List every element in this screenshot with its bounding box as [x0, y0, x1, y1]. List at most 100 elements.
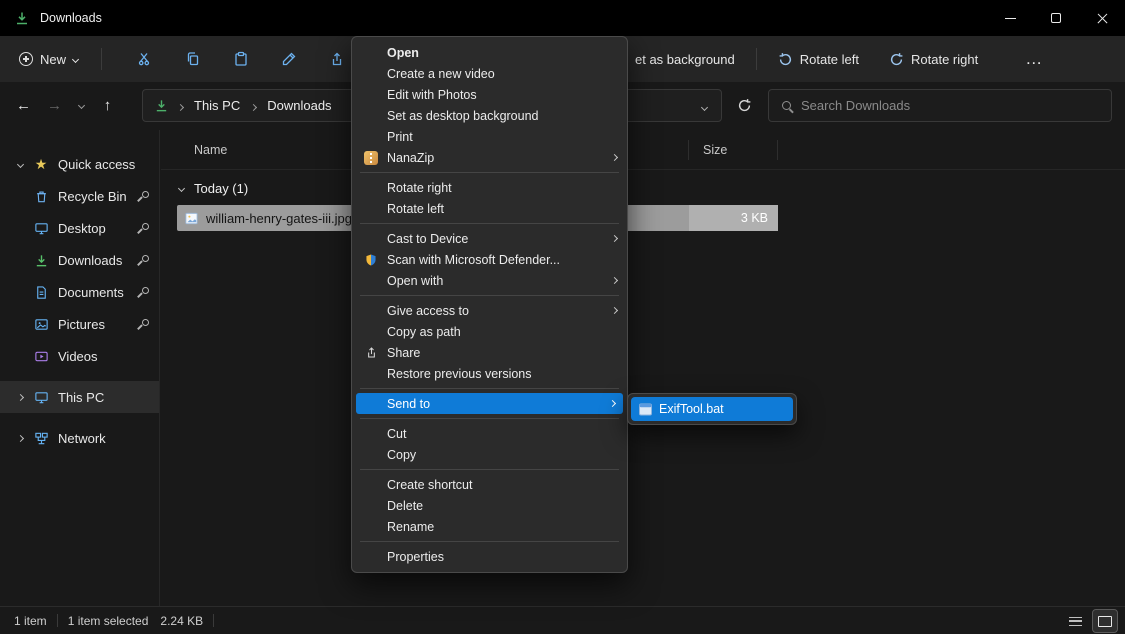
- menu-separator: [360, 418, 619, 419]
- sidebar-item-downloads[interactable]: Downloads: [0, 244, 159, 276]
- menu-item-rename[interactable]: Rename: [352, 516, 627, 537]
- column-divider[interactable]: [777, 140, 778, 160]
- menu-item-delete[interactable]: Delete: [352, 495, 627, 516]
- pin-icon: [139, 191, 149, 201]
- search-box: [768, 89, 1112, 122]
- column-header-name[interactable]: Name: [161, 143, 227, 157]
- sidebar-item-network[interactable]: Network: [0, 422, 159, 454]
- rotate-left-button[interactable]: Rotate left: [769, 42, 868, 76]
- minimize-button[interactable]: [987, 0, 1033, 36]
- rotate-left-label: Rotate left: [800, 52, 859, 67]
- rotate-right-button[interactable]: Rotate right: [880, 42, 987, 76]
- rename-button[interactable]: [268, 42, 310, 76]
- sidebar-item-pictures[interactable]: Pictures: [0, 308, 159, 340]
- submenu-arrow-icon: [612, 236, 617, 241]
- nav-buttons: ← → ↑: [8, 89, 123, 122]
- plus-circle-icon: [19, 52, 33, 66]
- menu-item-print[interactable]: Print: [352, 126, 627, 147]
- menu-item-restore-previous-versions[interactable]: Restore previous versions: [352, 363, 627, 384]
- chevron-down-icon[interactable]: [10, 162, 30, 167]
- chevron-right-icon[interactable]: [10, 395, 30, 400]
- maximize-button[interactable]: [1033, 0, 1079, 36]
- sidebar-item-documents[interactable]: Documents: [0, 276, 159, 308]
- menu-item-rotate-left[interactable]: Rotate left: [352, 198, 627, 219]
- menu-separator: [360, 172, 619, 173]
- documents-icon: [30, 285, 52, 300]
- group-header-today[interactable]: Today (1): [161, 175, 1125, 201]
- menu-item-open-with[interactable]: Open with: [352, 270, 627, 291]
- back-button[interactable]: ←: [8, 90, 39, 121]
- up-button[interactable]: ↑: [92, 90, 123, 121]
- menu-item-create-a-new-video[interactable]: Create a new video: [352, 63, 627, 84]
- paste-button[interactable]: [220, 42, 262, 76]
- address-dropdown-button[interactable]: [702, 98, 707, 113]
- menu-item-edit-with-photos[interactable]: Edit with Photos: [352, 84, 627, 105]
- column-divider[interactable]: [688, 140, 689, 160]
- set-as-background-button[interactable]: et as background: [626, 42, 744, 76]
- sidebar-item-recycle-bin[interactable]: Recycle Bin: [0, 180, 159, 212]
- menu-item-cast-to-device[interactable]: Cast to Device: [352, 228, 627, 249]
- search-icon: [782, 101, 791, 110]
- recent-locations-button[interactable]: [70, 90, 92, 121]
- maximize-icon: [1051, 13, 1061, 23]
- menu-item-nanazip[interactable]: NanaZip: [352, 147, 627, 168]
- rotate-right-icon: [889, 52, 904, 67]
- menu-item-set-as-desktop-background[interactable]: Set as desktop background: [352, 105, 627, 126]
- items-count: 1 item: [14, 614, 47, 628]
- large-icons-view-button[interactable]: [1093, 610, 1117, 632]
- sidebar-item-quick-access[interactable]: ★ Quick access: [0, 148, 159, 180]
- details-view-button[interactable]: [1063, 610, 1087, 632]
- status-divider: [213, 614, 214, 627]
- menu-separator: [360, 223, 619, 224]
- menu-item-copy[interactable]: Copy: [352, 444, 627, 465]
- menu-item-copy-as-path[interactable]: Copy as path: [352, 321, 627, 342]
- menu-item-rotate-right[interactable]: Rotate right: [352, 177, 627, 198]
- defender-shield-icon: [362, 253, 380, 267]
- details-view-icon: [1069, 617, 1082, 626]
- menu-item-properties[interactable]: Properties: [352, 546, 627, 567]
- submenu-item-exiftool-bat[interactable]: ExifTool.bat: [631, 397, 793, 421]
- downloads-folder-icon: [154, 98, 169, 113]
- copy-icon: [185, 51, 201, 67]
- pictures-icon: [30, 317, 52, 332]
- new-button[interactable]: New: [10, 42, 87, 76]
- menu-item-open[interactable]: Open: [352, 42, 627, 63]
- menu-item-create-shortcut[interactable]: Create shortcut: [352, 474, 627, 495]
- menu-item-send-to[interactable]: Send to: [356, 393, 623, 414]
- menu-item-scan-with-microsoft-defender[interactable]: Scan with Microsoft Defender...: [352, 249, 627, 270]
- network-icon: [30, 431, 52, 446]
- share-icon: [329, 51, 345, 67]
- sidebar-item-videos[interactable]: Videos: [0, 340, 159, 372]
- copy-button[interactable]: [172, 42, 214, 76]
- refresh-button[interactable]: [728, 89, 760, 122]
- refresh-icon: [737, 98, 752, 113]
- sidebar-item-this-pc[interactable]: This PC: [0, 381, 159, 413]
- selection-count: 1 item selected: [68, 614, 149, 628]
- downloads-icon: [30, 253, 52, 268]
- sidebar-item-desktop[interactable]: Desktop: [0, 212, 159, 244]
- submenu-arrow-icon: [612, 278, 617, 283]
- cut-button[interactable]: [124, 42, 166, 76]
- share-icon: [362, 346, 380, 359]
- recycle-bin-icon: [30, 189, 52, 204]
- column-header-size[interactable]: Size: [703, 143, 727, 157]
- title-bar: Downloads: [0, 0, 1125, 36]
- breadcrumb-this-pc[interactable]: This PC: [192, 96, 242, 115]
- rotate-right-label: Rotate right: [911, 52, 978, 67]
- breadcrumb-downloads[interactable]: Downloads: [265, 96, 333, 115]
- pin-icon: [139, 255, 149, 265]
- forward-button[interactable]: →: [39, 90, 70, 121]
- pin-icon: [139, 223, 149, 233]
- chevron-right-icon: [251, 98, 256, 113]
- menu-item-share[interactable]: Share: [352, 342, 627, 363]
- chevron-right-icon[interactable]: [10, 436, 30, 441]
- search-input[interactable]: [801, 98, 1111, 113]
- close-button[interactable]: [1079, 0, 1125, 36]
- see-more-button[interactable]: …: [1015, 49, 1053, 69]
- menu-separator: [360, 541, 619, 542]
- chevron-right-icon: [178, 98, 183, 113]
- menu-item-cut[interactable]: Cut: [352, 423, 627, 444]
- batch-file-icon: [639, 403, 652, 416]
- menu-item-give-access-to[interactable]: Give access to: [352, 300, 627, 321]
- this-pc-icon: [30, 390, 52, 405]
